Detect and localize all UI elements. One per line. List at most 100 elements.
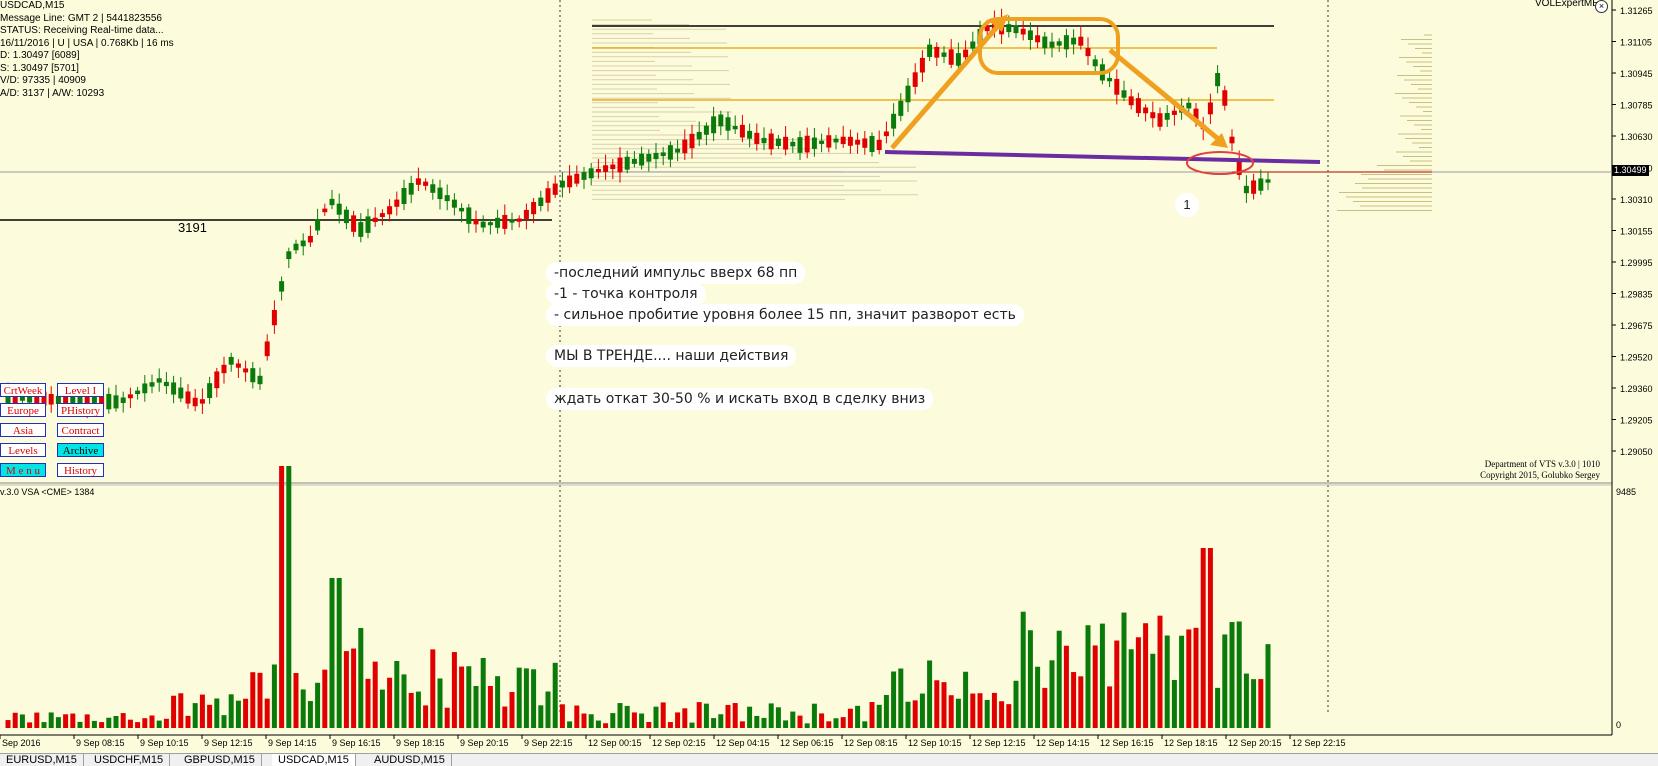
button-level-i[interactable]: Level I bbox=[57, 383, 104, 397]
volume-bar bbox=[963, 671, 969, 728]
volume-bar bbox=[1121, 612, 1127, 728]
candle-body bbox=[1251, 180, 1257, 194]
time-tick-label: 12 Sep 10:15 bbox=[908, 738, 962, 748]
annotation-text: -1 - точка контроля bbox=[546, 283, 706, 305]
button-contract[interactable]: Contract bbox=[57, 423, 104, 437]
price-tick-label: 1.30785 bbox=[1620, 101, 1653, 111]
candle-body bbox=[1063, 35, 1069, 50]
price-tick-label: 1.30310 bbox=[1620, 195, 1653, 205]
volume-bar bbox=[466, 666, 472, 728]
info-panel: USDCAD,M15 Message Line: GMT 2 | 5441823… bbox=[0, 0, 174, 100]
button-europe[interactable]: Europe bbox=[0, 403, 46, 417]
volume-bar bbox=[63, 714, 69, 728]
current-price-label: 1.30499 bbox=[1612, 165, 1649, 176]
candle-body bbox=[315, 219, 321, 231]
candle-body bbox=[927, 44, 933, 57]
annotation-text: ждать откат 30-50 % и искать вход в сдел… bbox=[546, 388, 934, 410]
candle-body bbox=[631, 158, 637, 164]
volume-bar bbox=[1020, 611, 1026, 728]
button-asia[interactable]: Asia bbox=[0, 423, 46, 437]
axis-labels: 1.31265 1.31105 1.30945 1.30785 1.30630 1.304… bbox=[0, 6, 1653, 748]
candle-body bbox=[372, 217, 378, 223]
price-tick-label: 1.29050 bbox=[1620, 447, 1653, 457]
volume-bar bbox=[199, 694, 205, 728]
candle-body bbox=[228, 356, 234, 365]
candle-body bbox=[408, 182, 414, 195]
volume-bar bbox=[142, 718, 148, 728]
tab-gbpusd[interactable]: GBPUSD,M15 bbox=[178, 754, 262, 766]
volume-bar bbox=[408, 692, 414, 728]
candle-body bbox=[567, 175, 573, 188]
candle-body bbox=[264, 341, 270, 357]
candle-body bbox=[1071, 37, 1077, 45]
volume-bar bbox=[423, 705, 429, 728]
button-phistory[interactable]: PHistory bbox=[57, 403, 104, 417]
candle-body bbox=[171, 382, 177, 395]
button-menu[interactable]: M e n u bbox=[0, 463, 46, 477]
candle-body bbox=[1006, 24, 1012, 33]
candle-body bbox=[1078, 36, 1084, 46]
close-icon[interactable]: × bbox=[1595, 0, 1608, 13]
candle-body bbox=[1186, 102, 1192, 109]
volume-bar bbox=[293, 673, 299, 728]
button-levels[interactable]: Levels bbox=[0, 443, 46, 457]
button-crtweek[interactable]: CrtWeek bbox=[0, 383, 46, 397]
volume-bar bbox=[214, 698, 220, 728]
volume-bar bbox=[171, 695, 177, 728]
volume-bar bbox=[279, 466, 285, 728]
volume-bar bbox=[192, 703, 198, 728]
candle-body bbox=[559, 180, 565, 188]
volume-bar bbox=[437, 678, 443, 728]
volume-bar bbox=[1085, 625, 1091, 728]
tab-usdchf[interactable]: USDCHF,M15 bbox=[88, 754, 171, 766]
candle-body bbox=[1121, 90, 1127, 98]
info-line: STATUS: Receiving Real-time data... bbox=[0, 25, 164, 36]
volume-bar bbox=[833, 718, 839, 728]
volume-bar bbox=[768, 703, 774, 728]
candle-body bbox=[480, 221, 486, 228]
volume-bar bbox=[876, 704, 882, 728]
volume-bar bbox=[581, 713, 587, 728]
price-tick-label: 1.29360 bbox=[1620, 384, 1653, 394]
candle-body bbox=[804, 135, 810, 153]
volume-bar bbox=[912, 700, 918, 728]
candle-body bbox=[948, 49, 954, 65]
candle-body bbox=[682, 139, 688, 154]
vsa-indicator-label: v.3.0 VSA <CME> 1384 bbox=[0, 487, 95, 497]
volume-bar bbox=[1157, 615, 1163, 728]
volume-bar bbox=[977, 693, 983, 728]
candle-body bbox=[775, 138, 781, 147]
volume-bar bbox=[811, 703, 817, 728]
button-archive[interactable]: Archive bbox=[57, 443, 104, 457]
button-history[interactable]: History bbox=[57, 463, 104, 477]
volume-bar bbox=[1006, 704, 1012, 728]
volume-bar bbox=[574, 705, 580, 728]
volume-bar bbox=[1265, 644, 1271, 728]
volume-bar bbox=[257, 672, 263, 728]
volume-bar bbox=[934, 680, 940, 728]
chart-tabs: EURUSD,M15 USDCHF,M15 GBPUSD,M15 USDCAD,… bbox=[0, 753, 1658, 766]
volume-bar bbox=[365, 678, 371, 728]
time-tick-label: 12 Sep 22:15 bbox=[1292, 738, 1346, 748]
volume-bar bbox=[703, 703, 709, 728]
volume-bar bbox=[127, 719, 133, 728]
candle-body bbox=[790, 141, 796, 147]
volume-bar bbox=[984, 699, 990, 728]
candle-body bbox=[747, 130, 753, 139]
candle-body bbox=[1092, 59, 1098, 67]
candle-body bbox=[653, 152, 659, 160]
tab-audusd[interactable]: AUDUSD,M15 bbox=[368, 754, 452, 766]
tab-eurusd[interactable]: EURUSD,M15 bbox=[0, 754, 84, 766]
candle-body bbox=[1207, 102, 1213, 115]
volume-bar bbox=[1099, 623, 1105, 728]
volume-bar bbox=[1171, 679, 1177, 728]
volume-bar bbox=[819, 713, 825, 728]
volume-bar bbox=[898, 668, 904, 728]
candle-body bbox=[1243, 185, 1249, 194]
candle-body bbox=[207, 383, 213, 399]
arrow-line bbox=[1108, 48, 1224, 144]
volume-bar bbox=[891, 671, 897, 728]
volume-bar bbox=[271, 664, 277, 728]
tab-usdcad[interactable]: USDCAD,M15 bbox=[272, 754, 356, 766]
volume-bar bbox=[603, 723, 609, 728]
